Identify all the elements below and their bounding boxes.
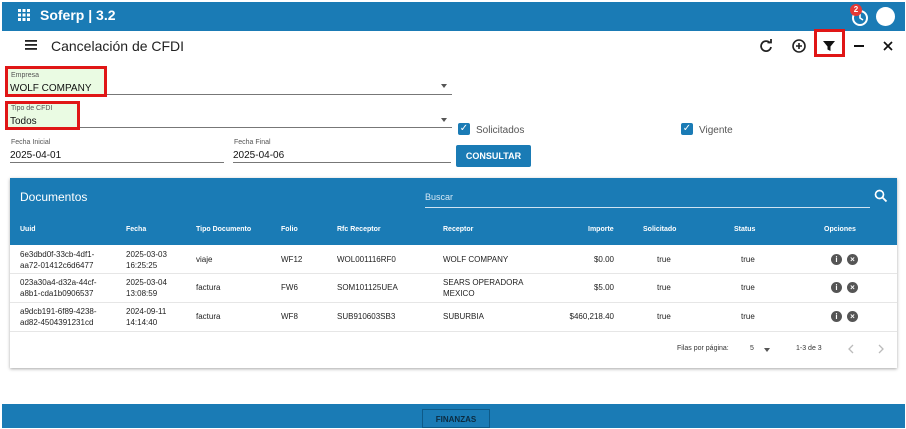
cell-importe: $460,218.40 (569, 312, 615, 321)
notification-badge: 2 (850, 4, 862, 16)
cell-solicitado: true (657, 283, 671, 292)
fecha-final-underline (233, 162, 451, 163)
vigente-checkbox[interactable]: ✓ (681, 123, 693, 135)
cell-importe: $0.00 (593, 255, 614, 264)
fecha-final-input[interactable]: 2025-04-06 (233, 150, 284, 161)
app-brand[interactable]: Soferp | 3.2 (18, 7, 116, 23)
cell-fecha: 2025-03-03 16:25:25 (126, 250, 167, 270)
cell-uuid: a9dcb191-6f89-4238- ad82-4504391231cd (20, 307, 97, 327)
empresa-label: Empresa (11, 72, 40, 79)
cell-tipo: factura (196, 283, 221, 292)
cell-status: true (741, 312, 755, 321)
close-icon[interactable] (879, 37, 897, 55)
rows-per-page-label: Filas por página: (677, 345, 729, 352)
cell-folio: WF8 (281, 312, 298, 321)
chevron-left-icon[interactable] (846, 343, 856, 355)
cell-receptor: SUBURBIA (443, 312, 484, 321)
search-underline (425, 207, 870, 208)
search-input[interactable]: Buscar (425, 192, 453, 202)
rows-per-page-select[interactable]: 5 (750, 345, 754, 352)
filter-icon[interactable] (820, 37, 838, 55)
row-divider (10, 331, 897, 332)
menu-icon[interactable] (25, 40, 37, 50)
app-bar (2, 2, 905, 31)
info-icon[interactable]: i (831, 311, 842, 322)
vigente-label: Vigente (699, 125, 733, 136)
consultar-button[interactable]: CONSULTAR (456, 145, 531, 167)
cell-rfc: SOM101125UEA (337, 283, 398, 292)
cell-receptor: WOLF COMPANY (443, 255, 509, 264)
tipo-label: Tipo de CFDI (11, 105, 53, 112)
avatar[interactable] (876, 7, 895, 26)
header-status[interactable]: Status (734, 226, 755, 233)
cell-fecha: 2024-09-11 14:14:40 (126, 307, 167, 327)
page-title: Cancelación de CFDI (51, 38, 185, 54)
cancel-icon[interactable]: × (847, 282, 858, 293)
info-icon[interactable]: i (831, 282, 842, 293)
app-title: Soferp | 3.2 (40, 7, 116, 23)
documents-title: Documentos (20, 190, 88, 204)
tipo-underline (80, 127, 452, 128)
cell-status: true (741, 255, 755, 264)
header-solicitado[interactable]: Solicitado (643, 226, 676, 233)
minimize-icon[interactable] (850, 37, 868, 55)
tipo-dropdown-icon[interactable] (441, 118, 447, 122)
header-fecha[interactable]: Fecha (126, 226, 146, 233)
cell-solicitado: true (657, 255, 671, 264)
chevron-right-icon[interactable] (876, 343, 886, 355)
apps-icon[interactable] (18, 9, 30, 21)
header-folio[interactable]: Folio (281, 226, 298, 233)
pagination-range: 1-3 de 3 (796, 345, 822, 352)
rows-per-page-dropdown-icon[interactable] (764, 348, 770, 352)
header-uuid[interactable]: Uuid (20, 226, 36, 233)
header-tipo[interactable]: Tipo Documento (196, 226, 251, 233)
cell-importe: $5.00 (593, 283, 614, 292)
header-importe[interactable]: Importe (588, 226, 614, 233)
cell-folio: WF12 (281, 255, 303, 264)
solicitados-checkbox[interactable]: ✓ (458, 123, 470, 135)
header-receptor[interactable]: Receptor (443, 226, 473, 233)
refresh-icon[interactable] (757, 37, 775, 55)
fecha-inicial-underline (10, 162, 224, 163)
cell-tipo: viaje (196, 255, 213, 264)
cell-uuid: 6e3dbd0f-33cb-4df1- aa72-01412c6d6477 (20, 250, 95, 270)
cell-folio: FW6 (281, 283, 298, 292)
search-icon[interactable] (874, 189, 888, 203)
header-rfc[interactable]: Rfc Receptor (337, 226, 381, 233)
info-icon[interactable]: i (831, 254, 842, 265)
cell-rfc: SUB910603SB3 (337, 312, 396, 321)
header-opciones: Opciones (824, 226, 856, 233)
fecha-inicial-label: Fecha Inicial (11, 139, 51, 146)
cell-solicitado: true (657, 312, 671, 321)
empresa-dropdown-icon[interactable] (441, 84, 447, 88)
solicitados-label: Solicitados (476, 125, 525, 136)
cancel-icon[interactable]: × (847, 311, 858, 322)
add-circle-icon[interactable] (790, 37, 808, 55)
empresa-underline (107, 94, 452, 95)
cell-fecha: 2025-03-04 13:08:59 (126, 278, 167, 298)
cell-status: true (741, 283, 755, 292)
cancel-icon[interactable]: × (847, 254, 858, 265)
finanzas-button[interactable]: FINANZAS (422, 409, 490, 428)
fecha-final-label: Fecha Final (234, 139, 271, 146)
cell-receptor: SEARS OPERADORA MEXICO (443, 278, 524, 298)
cell-rfc: WOL001116RF0 (337, 255, 396, 264)
fecha-inicial-input[interactable]: 2025-04-01 (10, 150, 61, 161)
cell-uuid: 023a30a4-d32a-44cf-a8b1-cda1b0906537 (20, 278, 97, 298)
documents-header (10, 178, 897, 245)
tipo-select[interactable]: Todos (10, 116, 37, 127)
cell-tipo: factura (196, 312, 221, 321)
empresa-select[interactable]: WOLF COMPANY (10, 83, 91, 94)
